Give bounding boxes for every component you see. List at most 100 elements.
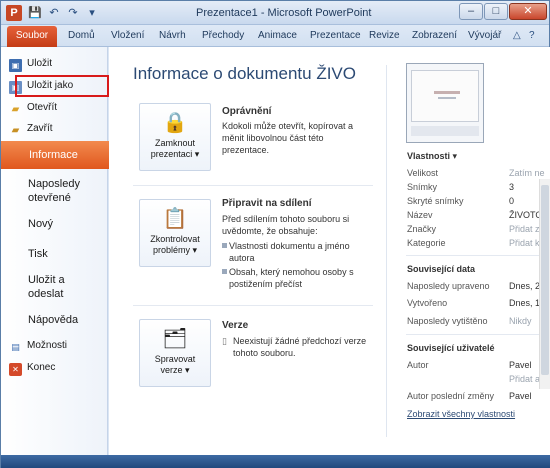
- close-label: Zavřít: [27, 123, 53, 134]
- add-author-link[interactable]: Přidat a: [509, 374, 540, 384]
- panel-divider: [386, 65, 387, 437]
- sharing-bullet-2: Obsah, který nemohou osoby s postižením …: [229, 267, 354, 289]
- open-folder-icon: ▰: [11, 104, 20, 115]
- protect-label-2: prezentaci ▾: [150, 149, 200, 159]
- minimize-ribbon-icon[interactable]: △: [513, 30, 521, 41]
- sharing-bullet-1: Vlastnosti dokumentu a jméno autora: [229, 241, 350, 263]
- related-dates-heading: Související data: [407, 264, 476, 274]
- exit-icon: ✕: [9, 363, 22, 376]
- versions-label-1: Spravovat: [154, 354, 196, 364]
- prop-value-printed: Nikdy: [509, 316, 532, 326]
- open-label: Otevřít: [27, 102, 58, 113]
- versions-icon: 🗂: [162, 328, 188, 350]
- close-folder-icon: ▰: [11, 125, 20, 136]
- powerpoint-window: P 💾 ↶ ↷ ▾ Prezentace1 - Microsoft PowerP…: [0, 0, 550, 468]
- tab-file[interactable]: Soubor: [7, 26, 57, 47]
- protect-label-1: Zamknout: [154, 138, 196, 148]
- window-title: Prezentace1 - Microsoft PowerPoint: [196, 7, 372, 19]
- sharing-text: Před sdílením tohoto souboru si uvědomte…: [222, 214, 350, 236]
- tab-view[interactable]: Zobrazení: [412, 30, 457, 41]
- prop-value-author: Pavel: [509, 360, 532, 370]
- prop-label-size: Velikost: [407, 168, 439, 178]
- close-window-button[interactable]: ✕: [509, 3, 547, 20]
- versions-label-2: verze ▾: [160, 365, 190, 375]
- save-command[interactable]: ▣ Uložit: [9, 55, 52, 73]
- undo-icon[interactable]: ↶: [47, 6, 61, 20]
- exit-command[interactable]: ✕ Konec: [9, 362, 55, 376]
- prop-label-modified: Naposledy upraveno: [407, 281, 490, 291]
- maximize-button[interactable]: □: [484, 3, 508, 20]
- save-as-highlight: [15, 75, 109, 97]
- slide-preview: [411, 70, 479, 122]
- prop-label-created: Vytvořeno: [407, 298, 448, 308]
- tab-review[interactable]: Revize: [369, 30, 400, 41]
- check-issues-button[interactable]: 📋 Zkontrolovat problémy ▾: [139, 199, 211, 267]
- tab-home[interactable]: Domů: [68, 30, 95, 41]
- thumbnail-strip: [411, 126, 479, 136]
- customize-quick-access-icon[interactable]: ▾: [85, 6, 99, 20]
- presentation-thumbnail: [406, 63, 484, 143]
- nav-item-info[interactable]: Informace: [1, 141, 117, 169]
- properties-dropdown[interactable]: Vlastnosti ▾: [407, 151, 457, 162]
- bullet-icon: [222, 243, 227, 248]
- prop-label-slides: Snímky: [407, 182, 438, 192]
- tab-transitions[interactable]: Přechody: [202, 30, 244, 41]
- versions-text: Neexistují žádné předchozí verze tohoto …: [233, 336, 367, 358]
- permissions-heading: Oprávnění: [222, 106, 272, 117]
- nav-item-print[interactable]: Tisk: [28, 247, 48, 261]
- document-icon: ▯: [222, 336, 227, 346]
- section-divider: [133, 185, 373, 186]
- prop-value-last-modified-by: Pavel: [509, 391, 532, 401]
- powerpoint-app-icon[interactable]: P: [6, 5, 22, 21]
- nav-item-save-send-line2: odeslat: [28, 288, 64, 300]
- ribbon-tab-row: Soubor Domů Vložení Návrh Přechody Anima…: [1, 25, 549, 47]
- prop-value-title[interactable]: ŽIVOTO: [509, 210, 542, 220]
- tab-developer[interactable]: Vývojář: [468, 30, 501, 41]
- prop-value-slides: 3: [509, 182, 515, 192]
- nav-item-recent-line1: Naposledy: [28, 178, 80, 190]
- protect-presentation-button[interactable]: 🔒 Zamknout prezentaci ▾: [139, 103, 211, 171]
- related-people-heading: Související uživatelé: [407, 343, 495, 353]
- check-label-2: problémy ▾: [152, 245, 198, 255]
- prop-label-printed: Naposledy vytištěno: [407, 316, 488, 326]
- nav-item-help[interactable]: Nápověda: [28, 313, 78, 327]
- close-command[interactable]: ▰ Zavřít: [9, 120, 53, 138]
- scrollbar-thumb[interactable]: [541, 185, 549, 375]
- nav-item-new[interactable]: Nový: [28, 217, 53, 231]
- tab-animations[interactable]: Animace: [258, 30, 297, 41]
- bullet-icon: [222, 269, 227, 274]
- redo-icon[interactable]: ↷: [66, 6, 80, 20]
- save-label: Uložit: [27, 58, 53, 69]
- versions-heading: Verze: [222, 320, 249, 331]
- prop-label-title: Název: [407, 210, 433, 220]
- permissions-text: Kdokoli může otevřít, kopírovat a měnit …: [222, 121, 354, 155]
- exit-label: Konec: [27, 362, 56, 373]
- help-icon[interactable]: ?: [529, 30, 535, 41]
- tab-slideshow[interactable]: Prezentace: [310, 30, 361, 41]
- tab-design[interactable]: Návrh: [159, 30, 186, 41]
- save-icon[interactable]: 💾: [28, 6, 42, 20]
- prop-label-categories: Kategorie: [407, 238, 446, 248]
- properties-scrollbar[interactable]: [539, 179, 550, 389]
- section-divider: [133, 305, 373, 306]
- nav-item-save-send-line1: Uložit a: [28, 274, 65, 286]
- options-command[interactable]: ▤ Možnosti: [9, 340, 67, 354]
- prop-value-hidden-slides: 0: [509, 196, 515, 206]
- info-panel: Informace o dokumentu ŽIVO 🔒 Zamknout pr…: [109, 47, 550, 455]
- properties-divider: [406, 255, 546, 256]
- prop-value-size: Zatím ne: [509, 168, 545, 178]
- nav-item-save-send[interactable]: Uložit a odeslat: [28, 273, 65, 301]
- minimize-button[interactable]: –: [459, 3, 483, 20]
- properties-divider: [406, 334, 546, 335]
- prop-label-author: Autor: [407, 360, 429, 370]
- title-bar: P 💾 ↶ ↷ ▾ Prezentace1 - Microsoft PowerP…: [1, 1, 549, 25]
- open-command[interactable]: ▰ Otevřít: [9, 99, 57, 117]
- nav-item-recent-line2: otevřené: [28, 192, 71, 204]
- show-all-properties-link[interactable]: Zobrazit všechny vlastnosti: [407, 409, 515, 419]
- manage-versions-button[interactable]: 🗂 Spravovat verze ▾: [139, 319, 211, 387]
- sharing-heading: Připravit na sdílení: [222, 198, 312, 209]
- nav-item-recent[interactable]: Naposledy otevřené: [28, 177, 80, 205]
- options-icon: ▤: [11, 342, 20, 352]
- taskbar: [1, 455, 550, 468]
- tab-insert[interactable]: Vložení: [111, 30, 144, 41]
